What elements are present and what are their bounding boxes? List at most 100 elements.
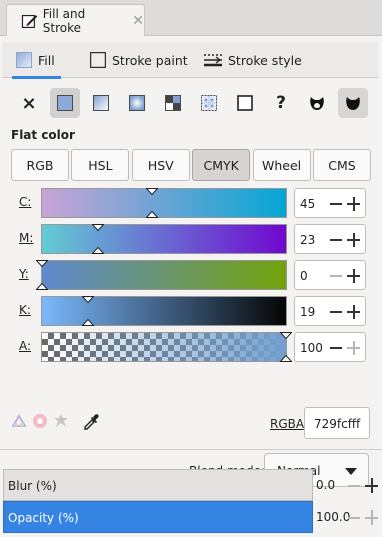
- slider-value-input-cyan[interactable]: 45: [294, 188, 366, 218]
- slider-label-yellow: Y:: [19, 267, 29, 281]
- no-paint-icon: ×: [21, 92, 37, 114]
- slider-track-black[interactable]: [41, 296, 287, 326]
- slider-track-alpha[interactable]: [41, 332, 292, 362]
- plus-icon-vertical[interactable]: [352, 233, 355, 247]
- model-wheel-button[interactable]: Wheel: [252, 149, 311, 181]
- slider-row-black: K: 19: [0, 294, 382, 328]
- tab-stroke-paint-label: Stroke paint: [112, 52, 188, 68]
- tab-fill[interactable]: Fill: [12, 42, 61, 79]
- eyedropper-icon[interactable]: [82, 412, 100, 430]
- too-much-ink-icon: [54, 414, 68, 427]
- radial-gradient-icon: [129, 95, 145, 111]
- mode-tabs: Fill Stroke paint Stroke style: [2, 42, 378, 79]
- rgba-input[interactable]: 729fcfff: [304, 407, 370, 439]
- slider-label-black: K:: [19, 303, 31, 317]
- minus-icon[interactable]: [330, 239, 342, 241]
- slider-handle-black-top[interactable]: [82, 296, 94, 303]
- close-icon[interactable]: ✕: [132, 14, 144, 28]
- slider-value-input-yellow[interactable]: 0: [294, 260, 366, 290]
- fill-and-stroke-panel: Fill Stroke paint Stroke style × ? Flat …: [0, 36, 382, 537]
- dialog-tab-strip: Fill and Stroke ✕: [0, 0, 382, 36]
- tab-title: Fill and Stroke: [42, 6, 86, 35]
- out-of-gamut-icon: [33, 414, 47, 428]
- slider-gradient-alpha: [42, 333, 286, 361]
- opacity-decrement-button[interactable]: [348, 517, 360, 519]
- model-hsv-button[interactable]: HSV: [131, 149, 190, 181]
- plus-icon-vertical[interactable]: [352, 197, 355, 211]
- evenodd-icon: [310, 97, 324, 110]
- slider-gradient-cyan: [42, 189, 286, 217]
- slider-value-input-alpha[interactable]: 100: [294, 332, 366, 362]
- swatch-button[interactable]: [230, 88, 260, 118]
- tab-stroke-style[interactable]: Stroke style: [204, 42, 302, 78]
- plus-icon-vertical[interactable]: [352, 341, 355, 355]
- slider-handle-yellow-top[interactable]: [36, 260, 48, 267]
- blur-slider[interactable]: Blur (%): [3, 469, 313, 501]
- slider-handle-cyan-top[interactable]: [146, 188, 158, 195]
- opacity-value[interactable]: 100.0: [316, 510, 350, 524]
- minus-icon[interactable]: [330, 347, 342, 349]
- flat-color-button[interactable]: [50, 88, 80, 118]
- slider-handle-yellow-bottom[interactable]: [36, 283, 48, 290]
- fill-rule-evenodd-button[interactable]: [302, 88, 332, 118]
- blur-increment-button-v[interactable]: [370, 478, 373, 493]
- slider-track-cyan[interactable]: [41, 188, 287, 218]
- rgba-value: 729fcfff: [314, 417, 361, 431]
- slider-row-alpha: A: 100: [0, 330, 382, 364]
- model-rgb-button[interactable]: RGB: [11, 149, 69, 181]
- slider-value-black: 19: [300, 305, 316, 319]
- radial-gradient-button[interactable]: [122, 88, 152, 118]
- opacity-slider[interactable]: Opacity (%): [3, 501, 313, 533]
- question-mark-icon: ?: [276, 93, 286, 113]
- color-model-row: RGB HSL HSV CMYK Wheel CMS: [11, 149, 371, 181]
- slider-track-magenta[interactable]: [41, 224, 287, 254]
- minus-icon[interactable]: [330, 203, 342, 205]
- blur-decrement-button[interactable]: [348, 485, 360, 487]
- minus-icon[interactable]: [330, 275, 342, 277]
- model-hsl-button[interactable]: HSL: [71, 149, 130, 181]
- mesh-button[interactable]: [194, 88, 224, 118]
- plus-icon-vertical[interactable]: [352, 269, 355, 283]
- opacity-label: Opacity (%): [8, 511, 79, 525]
- plus-icon-vertical[interactable]: [352, 305, 355, 319]
- blur-value[interactable]: 0.0: [316, 478, 335, 492]
- fill-rule-nonzero-button[interactable]: [338, 88, 368, 118]
- no-paint-button[interactable]: ×: [14, 88, 44, 118]
- flat-color-icon: [57, 95, 73, 111]
- linear-gradient-button[interactable]: [86, 88, 116, 118]
- model-cms-button[interactable]: CMS: [312, 149, 371, 181]
- unset-paint-button[interactable]: ?: [266, 88, 296, 118]
- slider-handle-alpha-top[interactable]: [280, 332, 292, 339]
- slider-track-yellow[interactable]: [36, 260, 287, 290]
- slider-value-input-black[interactable]: 19: [294, 296, 366, 326]
- fill-and-stroke-tab[interactable]: Fill and Stroke ✕: [6, 4, 145, 36]
- slider-handle-alpha-bottom[interactable]: [280, 355, 292, 362]
- fill-stroke-icon: [21, 14, 38, 28]
- nonzero-icon: [346, 97, 360, 110]
- tab-stroke-style-label: Stroke style: [228, 52, 302, 68]
- slider-row-yellow: Y: 0: [0, 258, 382, 292]
- divider: [0, 449, 382, 450]
- tab-stroke-paint[interactable]: Stroke paint: [90, 42, 188, 78]
- linear-gradient-icon: [93, 95, 109, 111]
- tab-fill-label: Fill: [38, 52, 55, 68]
- minus-icon[interactable]: [330, 311, 342, 313]
- slider-value-magenta: 23: [300, 233, 316, 247]
- slider-handle-cyan-bottom[interactable]: [146, 211, 158, 218]
- slider-gradient-magenta: [42, 225, 286, 253]
- mesh-icon: [201, 95, 217, 111]
- stroke-style-icon: [204, 54, 222, 67]
- slider-label-cyan: C:: [19, 195, 32, 209]
- slider-handle-magenta-bottom[interactable]: [92, 247, 104, 254]
- slider-handle-magenta-top[interactable]: [92, 224, 104, 231]
- slider-label-alpha: A:: [19, 339, 32, 353]
- slider-handle-black-bottom[interactable]: [82, 319, 94, 326]
- opacity-row: Opacity (%) 100.0: [3, 501, 382, 533]
- model-cmyk-button[interactable]: CMYK: [192, 149, 251, 181]
- slider-value-alpha: 100: [300, 341, 323, 355]
- color-managed-icon: [12, 414, 26, 427]
- pattern-button[interactable]: [158, 88, 188, 118]
- rgba-label: RGBA:: [270, 417, 308, 431]
- slider-value-input-magenta[interactable]: 23: [294, 224, 366, 254]
- opacity-increment-button-v[interactable]: [370, 510, 373, 525]
